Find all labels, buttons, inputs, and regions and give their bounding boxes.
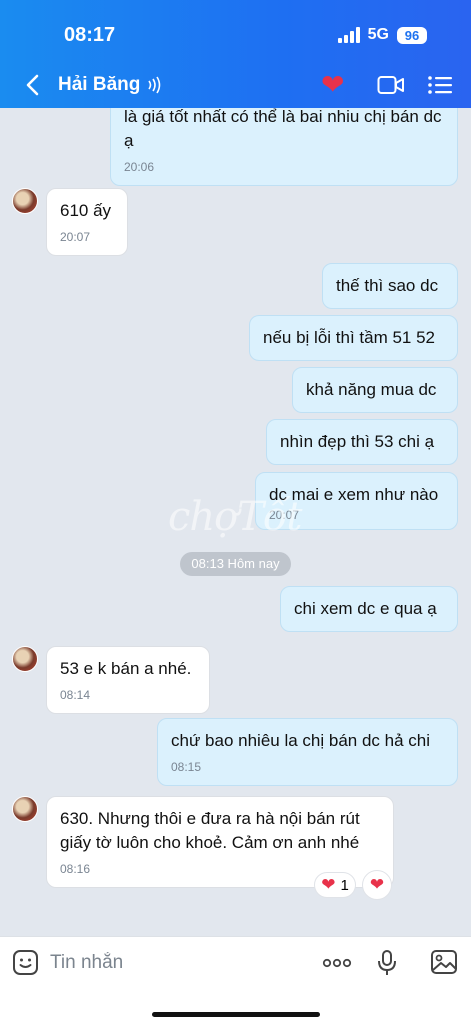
message-bubble-outgoing[interactable]: thế thì sao dc xyxy=(322,263,458,309)
composer-bar xyxy=(0,936,471,1024)
reaction-count-badge[interactable]: ❤ 1 xyxy=(314,872,356,898)
heart-icon: ❤ xyxy=(321,875,336,894)
message-time: 08:14 xyxy=(60,688,91,702)
image-gallery-icon[interactable] xyxy=(430,949,458,975)
message-text: 53 e k bán a nhé. xyxy=(60,659,192,678)
heart-stream-button[interactable]: ❤ xyxy=(321,70,355,100)
sticker-emoji-icon[interactable] xyxy=(12,949,39,976)
message-time: 20:07 xyxy=(60,230,91,244)
date-separator: 08:13 Hôm nay xyxy=(180,552,291,576)
heart-icon: ❤ xyxy=(369,875,385,894)
message-text: nếu bị lỗi thì tầm 51 52 xyxy=(263,328,436,347)
avatar[interactable] xyxy=(12,646,38,672)
message-text: chứ bao nhiêu la chị bán dc hả chi xyxy=(171,731,431,750)
status-indicators: 5G 96 xyxy=(337,26,427,44)
contact-name[interactable]: Hải Băng xyxy=(58,74,162,96)
message-text: 630. Nhưng thôi e đưa ra hà nội bán rút … xyxy=(60,809,360,852)
home-indicator xyxy=(152,1012,320,1017)
network-label: 5G xyxy=(367,26,389,43)
message-text: chi xem dc e qua ạ xyxy=(294,599,437,618)
contact-name-label: Hải Băng xyxy=(58,74,141,95)
message-bubble-incoming[interactable]: 53 e k bán a nhé. 08:14 xyxy=(46,646,210,714)
reaction-count: 1 xyxy=(340,876,349,894)
video-call-icon[interactable] xyxy=(377,74,405,96)
message-bubble-outgoing[interactable]: nếu bị lỗi thì tầm 51 52 xyxy=(249,315,458,361)
header-actions: ❤ xyxy=(321,70,453,100)
react-heart-button[interactable]: ❤ xyxy=(362,870,392,900)
top-bar: 08:17 5G 96 Hải Băng ❤ xyxy=(0,0,471,108)
message-bubble-incoming[interactable]: 610 ấy 20:07 xyxy=(46,188,128,256)
battery-icon: 96 xyxy=(397,26,427,44)
message-bubble-outgoing[interactable]: là giá tốt nhất có thể là bai nhiu chị b… xyxy=(110,108,458,186)
message-text: 610 ấy xyxy=(60,201,112,220)
message-text: nhìn đẹp thì 53 chi ạ xyxy=(280,432,435,451)
avatar[interactable] xyxy=(12,796,38,822)
message-bubble-outgoing[interactable]: chi xem dc e qua ạ xyxy=(280,586,458,632)
chat-area[interactable]: là giá tốt nhất có thể là bai nhiu chị b… xyxy=(0,108,471,936)
more-options-icon[interactable] xyxy=(322,955,352,971)
sound-waves-icon xyxy=(148,76,161,94)
status-time: 08:17 xyxy=(64,24,116,46)
message-input[interactable] xyxy=(50,949,300,977)
message-bubble-outgoing[interactable]: nhìn đẹp thì 53 chi ạ xyxy=(266,419,458,465)
message-text: thế thì sao dc xyxy=(336,276,439,295)
menu-list-icon[interactable] xyxy=(427,74,453,96)
message-bubble-outgoing[interactable]: khả năng mua dc xyxy=(292,367,458,413)
message-text: là giá tốt nhất có thể là bai nhiu chị b… xyxy=(124,108,442,150)
back-arrow-icon[interactable] xyxy=(20,70,46,100)
heart-icon: ❤ xyxy=(321,69,345,100)
watermark-logo: chợTốt xyxy=(168,494,302,540)
message-time: 08:15 xyxy=(171,760,202,774)
avatar[interactable] xyxy=(12,188,38,214)
message-bubble-outgoing[interactable]: chứ bao nhiêu la chị bán dc hả chi 08:15 xyxy=(157,718,458,786)
message-time: 20:06 xyxy=(124,160,155,174)
signal-icon xyxy=(337,27,360,43)
microphone-icon[interactable] xyxy=(376,949,398,977)
message-text: khả năng mua dc xyxy=(306,380,437,399)
